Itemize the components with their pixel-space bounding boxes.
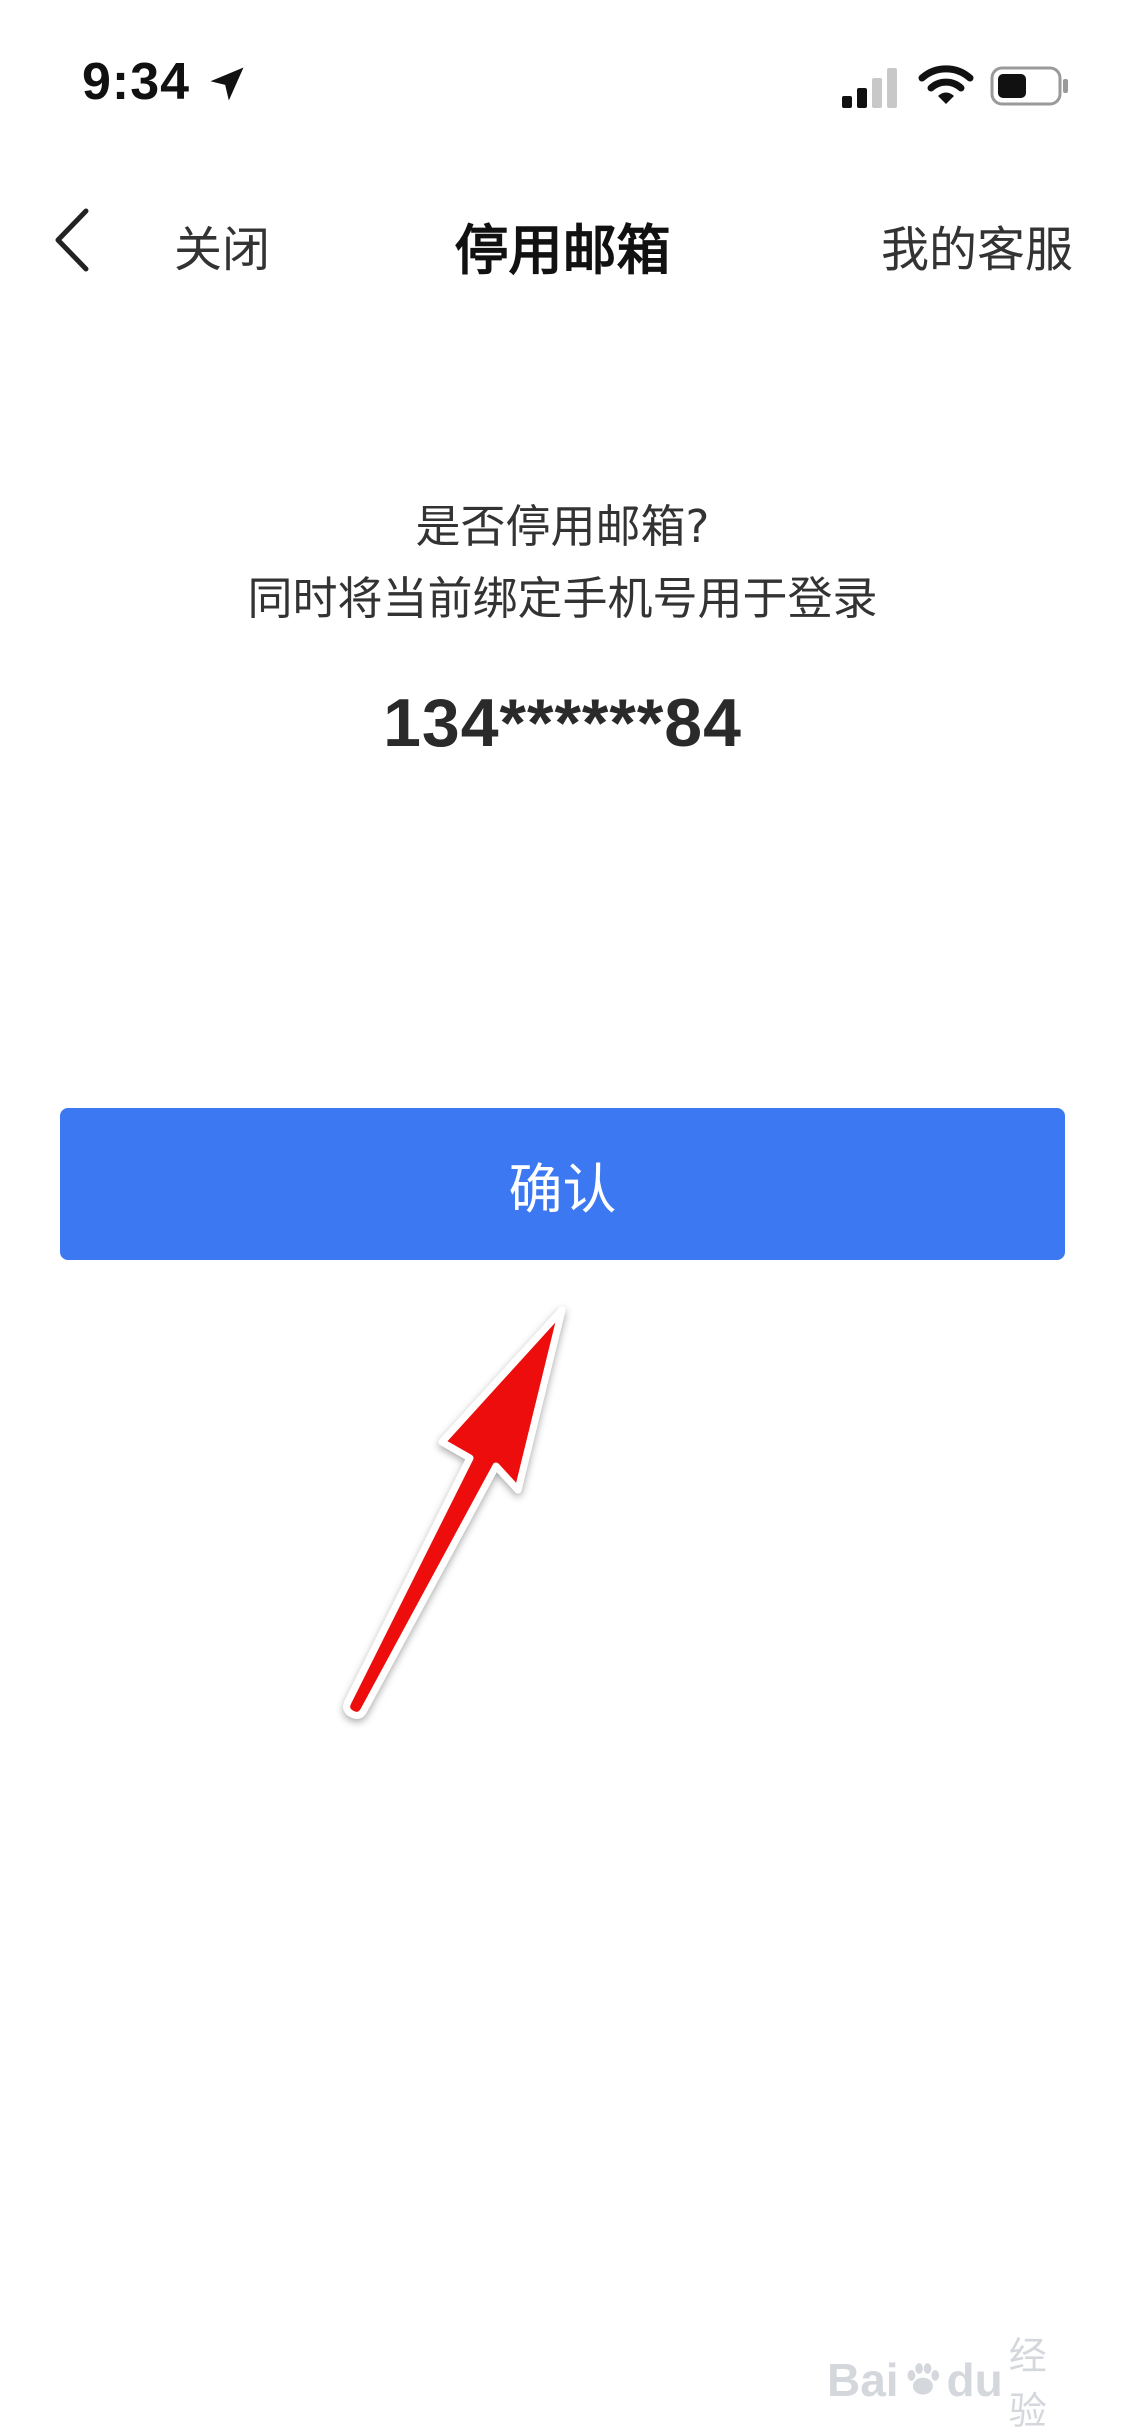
location-arrow-icon — [210, 67, 244, 101]
watermark-brand-tail: du — [946, 2354, 1003, 2406]
status-time: 9:34 — [82, 53, 191, 111]
login-phone-note: 同时将当前绑定手机号用于登录 — [247, 572, 878, 625]
wifi-icon — [918, 65, 974, 104]
watermark-brand: Bai — [827, 2354, 899, 2406]
customer-service-button[interactable]: 我的客服 — [881, 210, 1073, 280]
confirm-button-label: 确认 — [508, 1157, 617, 1221]
disable-email-question: 是否停用邮箱? — [415, 500, 710, 553]
status-bar: 9:34 — [0, 0, 1125, 170]
red-arrow-icon — [343, 1306, 566, 1719]
bound-phone-number: 134******84 — [383, 685, 742, 761]
confirm-button[interactable]: 确认 — [60, 1108, 1065, 1260]
paw-icon — [907, 2363, 939, 2395]
battery-icon — [990, 66, 1068, 106]
navigation-bar: 关闭 停用邮箱 我的客服 — [0, 170, 1125, 320]
watermark-suffix: 经验 — [1008, 2334, 1047, 2433]
cellular-signal-icon — [842, 68, 897, 108]
baidu-jingyan-watermark: Bai du 经验 — [827, 2334, 1067, 2433]
